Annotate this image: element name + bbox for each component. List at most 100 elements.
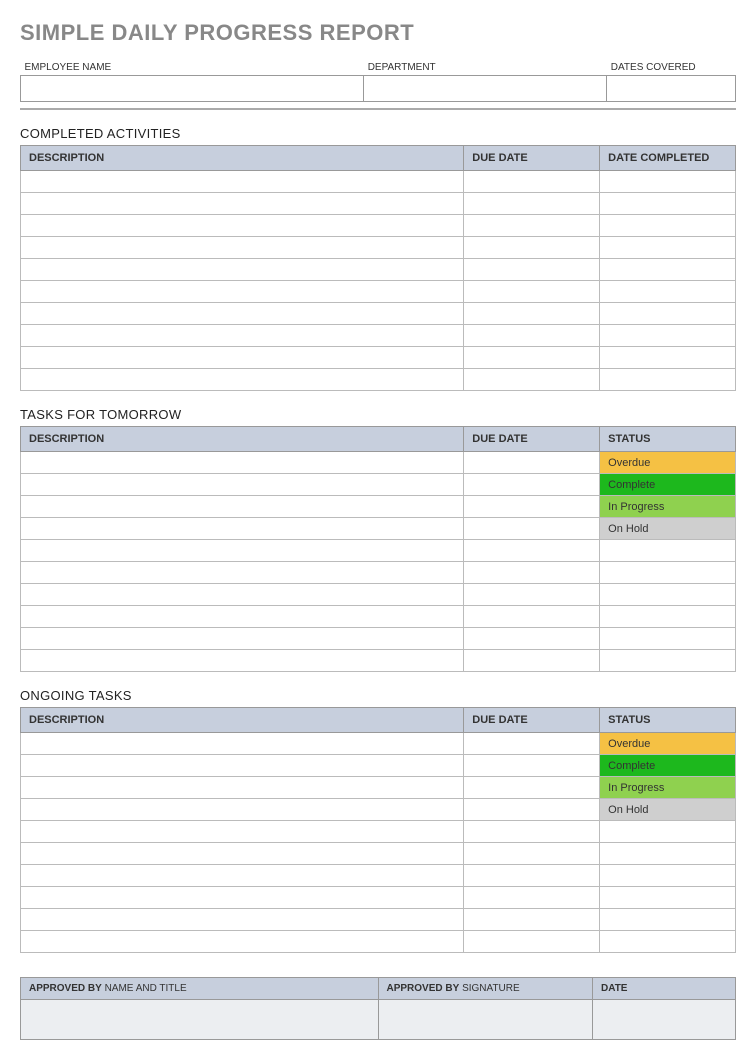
table-cell[interactable] <box>600 259 736 281</box>
table-cell[interactable] <box>464 584 600 606</box>
status-cell[interactable]: Overdue <box>600 452 736 474</box>
table-cell[interactable] <box>464 606 600 628</box>
table-cell[interactable] <box>600 237 736 259</box>
table-cell[interactable] <box>600 171 736 193</box>
employee-name-label: EMPLOYEE NAME <box>21 60 364 76</box>
table-cell[interactable] <box>464 799 600 821</box>
table-cell[interactable] <box>464 347 600 369</box>
status-cell[interactable] <box>600 584 736 606</box>
table-cell[interactable] <box>464 369 600 391</box>
col-status: STATUS <box>600 708 736 733</box>
table-cell[interactable] <box>464 733 600 755</box>
table-cell[interactable] <box>21 347 464 369</box>
table-cell[interactable] <box>600 347 736 369</box>
table-cell[interactable] <box>21 650 464 672</box>
table-cell[interactable] <box>21 237 464 259</box>
table-cell[interactable] <box>464 931 600 953</box>
table-cell[interactable] <box>464 887 600 909</box>
approved-date-field[interactable] <box>593 1000 736 1040</box>
status-cell[interactable] <box>600 650 736 672</box>
approved-signature-field[interactable] <box>378 1000 593 1040</box>
table-cell[interactable] <box>464 474 600 496</box>
table-cell[interactable] <box>21 496 464 518</box>
status-cell[interactable] <box>600 562 736 584</box>
table-cell[interactable] <box>21 887 464 909</box>
table-cell[interactable] <box>21 171 464 193</box>
table-cell[interactable] <box>21 606 464 628</box>
status-cell[interactable]: Complete <box>600 755 736 777</box>
table-cell[interactable] <box>21 584 464 606</box>
table-cell[interactable] <box>464 518 600 540</box>
table-cell[interactable] <box>21 562 464 584</box>
employee-name-field[interactable] <box>21 76 364 102</box>
table-cell[interactable] <box>464 325 600 347</box>
table-cell[interactable] <box>21 821 464 843</box>
table-cell[interactable] <box>464 562 600 584</box>
table-cell[interactable] <box>21 799 464 821</box>
table-cell[interactable] <box>464 540 600 562</box>
table-cell[interactable] <box>21 215 464 237</box>
table-cell[interactable] <box>464 821 600 843</box>
table-cell[interactable] <box>464 281 600 303</box>
table-cell[interactable] <box>600 325 736 347</box>
table-cell[interactable] <box>464 303 600 325</box>
table-cell[interactable] <box>600 281 736 303</box>
table-cell[interactable] <box>464 193 600 215</box>
table-cell[interactable] <box>464 452 600 474</box>
table-cell[interactable] <box>464 909 600 931</box>
status-cell[interactable] <box>600 909 736 931</box>
status-cell[interactable] <box>600 843 736 865</box>
table-cell[interactable] <box>21 540 464 562</box>
department-field[interactable] <box>364 76 607 102</box>
table-cell[interactable] <box>21 325 464 347</box>
status-cell[interactable] <box>600 540 736 562</box>
table-cell[interactable] <box>464 843 600 865</box>
status-cell[interactable]: Complete <box>600 474 736 496</box>
status-cell[interactable] <box>600 865 736 887</box>
status-cell[interactable] <box>600 628 736 650</box>
status-cell[interactable] <box>600 821 736 843</box>
table-cell[interactable] <box>464 865 600 887</box>
table-cell[interactable] <box>600 369 736 391</box>
ongoing-tasks-table: DESCRIPTION DUE DATE STATUS OverdueCompl… <box>20 707 736 953</box>
table-cell[interactable] <box>21 369 464 391</box>
status-cell[interactable] <box>600 887 736 909</box>
status-cell[interactable] <box>600 931 736 953</box>
table-cell[interactable] <box>600 303 736 325</box>
table-cell[interactable] <box>464 259 600 281</box>
table-cell[interactable] <box>464 777 600 799</box>
table-cell[interactable] <box>464 496 600 518</box>
table-cell[interactable] <box>464 237 600 259</box>
table-cell[interactable] <box>464 650 600 672</box>
table-cell[interactable] <box>21 474 464 496</box>
table-cell[interactable] <box>464 171 600 193</box>
table-cell[interactable] <box>21 909 464 931</box>
table-cell[interactable] <box>21 518 464 540</box>
table-cell[interactable] <box>600 215 736 237</box>
status-cell[interactable]: On Hold <box>600 799 736 821</box>
table-cell[interactable] <box>21 865 464 887</box>
table-cell[interactable] <box>464 215 600 237</box>
table-cell[interactable] <box>600 193 736 215</box>
ongoing-section-title: ONGOING TASKS <box>20 688 736 703</box>
table-cell[interactable] <box>21 931 464 953</box>
status-cell[interactable] <box>600 606 736 628</box>
table-cell[interactable] <box>21 281 464 303</box>
table-cell[interactable] <box>21 843 464 865</box>
status-cell[interactable]: On Hold <box>600 518 736 540</box>
table-cell[interactable] <box>21 777 464 799</box>
table-cell[interactable] <box>21 452 464 474</box>
approved-name-title-field[interactable] <box>21 1000 379 1040</box>
status-cell[interactable]: Overdue <box>600 733 736 755</box>
table-cell[interactable] <box>464 755 600 777</box>
table-cell[interactable] <box>21 259 464 281</box>
dates-covered-field[interactable] <box>607 76 736 102</box>
table-cell[interactable] <box>21 193 464 215</box>
status-cell[interactable]: In Progress <box>600 496 736 518</box>
table-cell[interactable] <box>464 628 600 650</box>
status-cell[interactable]: In Progress <box>600 777 736 799</box>
table-cell[interactable] <box>21 628 464 650</box>
table-cell[interactable] <box>21 755 464 777</box>
table-cell[interactable] <box>21 733 464 755</box>
table-cell[interactable] <box>21 303 464 325</box>
